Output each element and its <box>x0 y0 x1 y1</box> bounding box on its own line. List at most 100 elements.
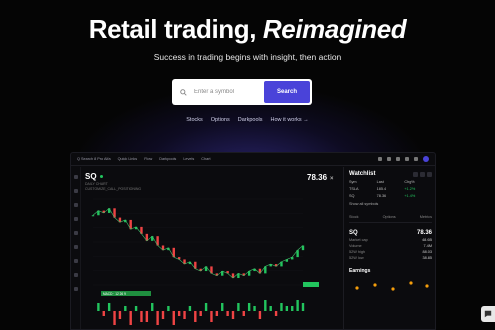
settings-icon[interactable] <box>420 171 425 177</box>
macd-bar <box>134 306 138 311</box>
stat-row: Volume 7.4M <box>349 243 432 248</box>
ticker: SQ <box>85 172 141 181</box>
show-all-link[interactable]: Show all symbols <box>349 202 432 207</box>
macd-bar <box>161 311 165 319</box>
last-price: 78.36 × <box>307 173 334 182</box>
moon-icon[interactable] <box>414 157 418 161</box>
macd-bar <box>226 311 229 316</box>
more-icon[interactable] <box>427 171 432 177</box>
macd-bar <box>172 311 175 325</box>
link-darkpools[interactable]: Darkpools <box>238 117 263 123</box>
crosshair-icon[interactable] <box>74 175 78 179</box>
macd-bar <box>291 306 294 311</box>
search-icon <box>172 88 194 96</box>
left-tool-rail <box>71 167 81 329</box>
search-button[interactable]: Search <box>264 81 310 103</box>
text-icon[interactable] <box>74 231 78 235</box>
macd-bar <box>204 303 208 311</box>
panel-tabs: Stock Options Metrics <box>349 215 432 223</box>
tab-options[interactable]: Options <box>383 215 396 219</box>
hero-links: Stocks Options Darkpools How it works → <box>0 117 495 123</box>
measure-icon[interactable] <box>74 245 78 249</box>
topbar-levels[interactable]: Levels <box>183 157 194 161</box>
panel-symbol: SQ 78.36 <box>349 229 432 236</box>
macd-bar <box>301 303 305 311</box>
macd-bar <box>264 300 267 311</box>
brush-icon[interactable] <box>74 217 78 221</box>
tab-metrics[interactable]: Metrics <box>420 215 432 219</box>
watchlist-row[interactable]: TSLA 185.4 +1.2% <box>349 187 432 191</box>
earnings-dot <box>391 286 395 291</box>
macd-bar <box>253 306 256 311</box>
macd-bar <box>167 306 170 311</box>
macd-bar <box>177 311 181 316</box>
close-icon[interactable]: × <box>330 176 334 182</box>
macd-bar <box>269 306 272 311</box>
tab-stock[interactable]: Stock <box>349 215 359 219</box>
app-preview: Q Search 8 Pro Alfa Quick Links Flow Dar… <box>70 152 436 330</box>
link-how-it-works[interactable]: How it works → <box>271 117 309 123</box>
macd-bar <box>199 311 202 316</box>
macd-bar <box>140 311 143 322</box>
app-topbar: Q Search 8 Pro Alfa Quick Links Flow Dar… <box>71 153 435 166</box>
chart-meta: DAILY CHART CUSTOMIZE_CALL_POSITIONING <box>85 182 142 191</box>
watchlist-row[interactable]: SQ 78.36 +1.4% <box>349 194 432 198</box>
topbar-darkpools[interactable]: Darkpools <box>159 157 176 161</box>
stat-row: Market cap 48.6B <box>349 237 432 242</box>
macd-bar <box>215 311 219 316</box>
macd-bar <box>247 303 251 311</box>
help-icon[interactable] <box>405 157 409 161</box>
earnings-dot <box>409 280 413 285</box>
grid-icon[interactable] <box>387 157 391 161</box>
macd-bar <box>285 306 289 311</box>
avatar[interactable] <box>423 156 429 162</box>
topbar-flow[interactable]: Flow <box>144 157 152 161</box>
chat-launcher[interactable] <box>481 306 495 322</box>
add-icon[interactable] <box>413 171 418 177</box>
fib-icon[interactable] <box>74 203 78 207</box>
link-options[interactable]: Options <box>211 117 230 123</box>
symbol-input[interactable] <box>194 89 264 95</box>
macd-bar <box>124 306 127 311</box>
right-panel: Watchlist Sym Last Chg% TSLA 185.4 +1.2% SQ 7… <box>343 167 435 329</box>
earnings-chart <box>355 280 429 291</box>
price-chart[interactable]: MACD · 12 26 9 <box>81 193 343 330</box>
stat-row: 52W low 38.85 <box>349 255 432 260</box>
macd-bar <box>274 311 278 316</box>
macd-bar <box>183 311 186 319</box>
topbar-quick-links[interactable]: Quick Links <box>118 157 138 161</box>
macd-bar <box>156 311 159 325</box>
hero-title: Retail trading, Reimagined <box>88 14 407 44</box>
hero-subtitle: Success in trading begins with insight, … <box>153 52 342 62</box>
earnings-dot <box>373 282 377 287</box>
macd-bar <box>258 311 262 319</box>
symbol-search-bar: Search <box>172 79 312 105</box>
price-tag <box>303 282 319 287</box>
trendline-icon[interactable] <box>74 189 78 193</box>
price-line <box>92 207 304 279</box>
zoom-icon[interactable] <box>74 259 78 263</box>
macd-bar <box>231 311 235 319</box>
chat-icon <box>484 310 492 318</box>
macd-bar <box>118 311 122 319</box>
bell-icon[interactable] <box>378 157 382 161</box>
macd-bar <box>113 311 116 325</box>
earnings-dot <box>355 285 359 290</box>
topbar-search[interactable]: Q Search 8 Pro Alfa <box>77 157 111 161</box>
magnet-icon[interactable] <box>74 273 78 277</box>
link-stocks[interactable]: Stocks <box>186 117 203 123</box>
macd-bar <box>188 306 192 311</box>
macd-bar <box>242 311 245 316</box>
macd-bar <box>129 311 132 325</box>
topbar-chart[interactable]: Chart <box>201 157 210 161</box>
macd-bar <box>145 311 149 322</box>
macd-bar <box>107 303 111 311</box>
live-dot-icon <box>99 175 103 178</box>
lock-icon[interactable] <box>74 287 78 291</box>
macd-bar <box>151 303 154 311</box>
macd-bar <box>221 303 224 311</box>
macd-bar <box>210 311 213 322</box>
gear-icon[interactable] <box>396 157 400 161</box>
chart-header: SQ DAILY CHART CUSTOMIZE_CALL_POSITIONIN… <box>85 172 141 191</box>
macd-bar <box>237 303 240 311</box>
